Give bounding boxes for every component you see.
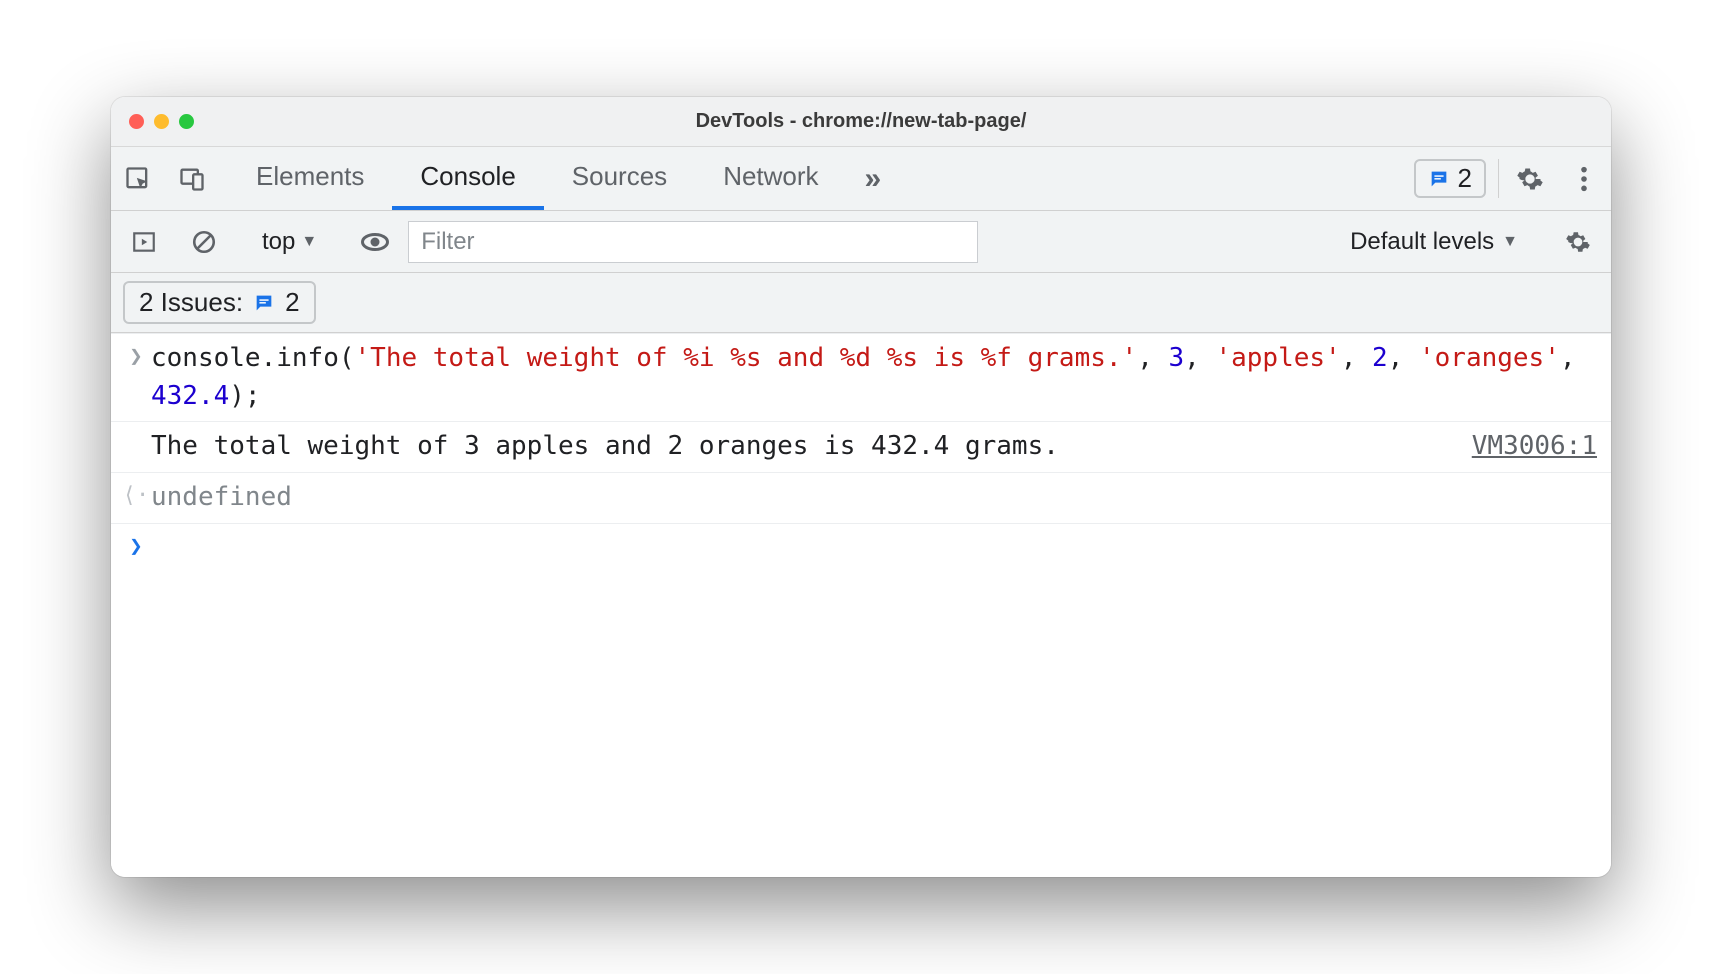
input-chevron-icon: ❯	[129, 344, 142, 369]
console-output-row: The total weight of 3 apples and 2 orang…	[111, 422, 1611, 473]
chevron-down-icon: ▼	[1502, 233, 1518, 251]
filter-input[interactable]	[408, 221, 978, 263]
context-label: top	[262, 228, 295, 256]
issues-counter[interactable]: 2	[1414, 159, 1486, 198]
inspect-element-icon[interactable]	[111, 165, 165, 193]
devtools-window: DevTools - chrome://new-tab-page/ Elemen…	[111, 97, 1611, 877]
return-chevron-icon: ⟨·	[123, 483, 150, 508]
window-title: DevTools - chrome://new-tab-page/	[111, 110, 1611, 133]
toggle-drawer-icon[interactable]	[117, 229, 171, 255]
issues-chip-count: 2	[285, 287, 299, 318]
minimize-icon[interactable]	[154, 114, 169, 129]
chat-icon	[253, 292, 275, 314]
tab-sources[interactable]: Sources	[544, 147, 695, 210]
issues-count-text: 2	[1458, 163, 1472, 194]
kebab-menu-icon[interactable]	[1557, 165, 1611, 193]
prompt-chevron-icon: ❯	[129, 534, 142, 559]
tab-console[interactable]: Console	[392, 147, 543, 210]
console-settings-gear-icon[interactable]	[1551, 229, 1605, 255]
settings-gear-icon[interactable]	[1503, 165, 1557, 193]
console-return-value: undefined	[151, 479, 1597, 517]
live-expression-icon[interactable]	[348, 227, 402, 257]
console-toolbar: top ▼ Default levels ▼	[111, 211, 1611, 273]
log-levels-selector[interactable]: Default levels ▼	[1338, 228, 1530, 256]
console-input-row: ❯ console.info('The total weight of %i %…	[111, 333, 1611, 422]
console-return-row: ⟨· undefined	[111, 473, 1611, 524]
titlebar: DevTools - chrome://new-tab-page/	[111, 97, 1611, 147]
separator	[1498, 159, 1499, 198]
tabs-left-section	[111, 147, 228, 210]
console-area: ❯ console.info('The total weight of %i %…	[111, 333, 1611, 877]
close-icon[interactable]	[129, 114, 144, 129]
tabs-row: ElementsConsoleSourcesNetwork » 2	[111, 147, 1611, 211]
console-prompt-input[interactable]	[151, 530, 1597, 568]
levels-label: Default levels	[1350, 228, 1494, 256]
traffic-lights	[129, 114, 194, 129]
console-prompt-row[interactable]: ❯	[111, 524, 1611, 574]
issues-label: 2 Issues:	[139, 287, 243, 318]
chat-icon	[1428, 168, 1450, 190]
console-output-text: The total weight of 3 apples and 2 orang…	[151, 428, 1454, 466]
tab-elements[interactable]: Elements	[228, 147, 392, 210]
context-selector[interactable]: top ▼	[252, 228, 327, 256]
issues-bar: 2 Issues: 2	[111, 273, 1611, 333]
chevron-down-icon: ▼	[301, 233, 317, 251]
zoom-icon[interactable]	[179, 114, 194, 129]
clear-console-icon[interactable]	[177, 229, 231, 255]
more-tabs-icon[interactable]: »	[847, 147, 900, 210]
console-input-code[interactable]: console.info('The total weight of %i %s …	[151, 340, 1597, 415]
issues-chip[interactable]: 2 Issues: 2	[123, 281, 316, 324]
tab-network[interactable]: Network	[695, 147, 846, 210]
source-link[interactable]: VM3006:1	[1472, 428, 1597, 466]
device-toggle-icon[interactable]	[165, 165, 219, 193]
